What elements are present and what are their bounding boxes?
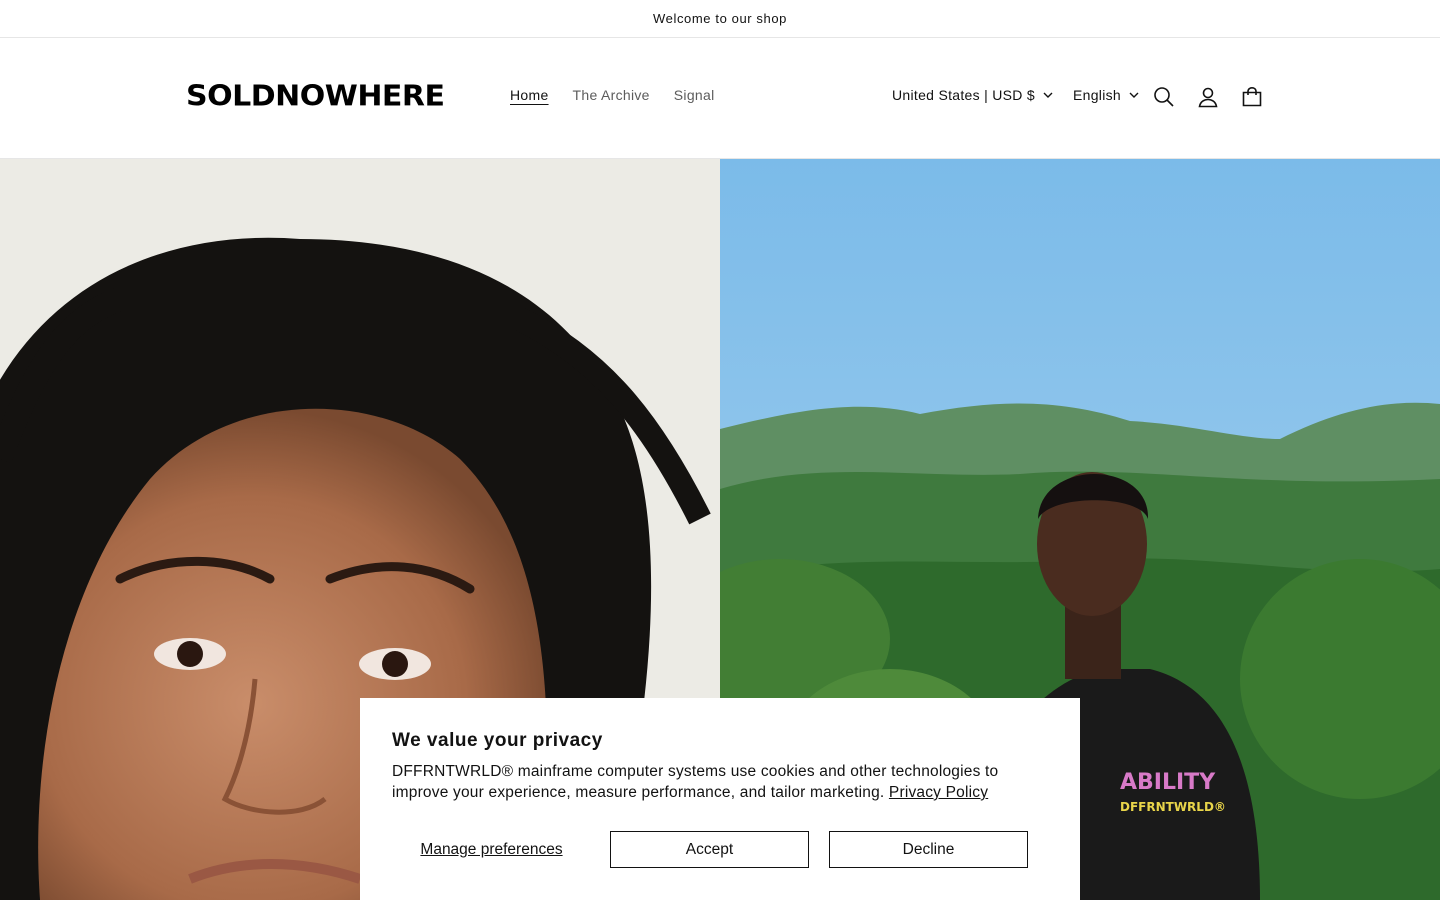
cookie-banner: We value your privacy DFFRNTWRLD® mainfr…: [360, 698, 1080, 900]
svg-text:DFFRNTWRLD®: DFFRNTWRLD®: [1120, 800, 1226, 814]
language-selector[interactable]: English: [1073, 87, 1139, 103]
search-icon: [1154, 87, 1174, 107]
search-button[interactable]: [1142, 75, 1186, 119]
country-selector-label: United States | USD $: [892, 87, 1035, 103]
cookie-banner-title: We value your privacy: [392, 730, 603, 751]
account-icon: [1198, 87, 1218, 108]
main-nav: Home The Archive Signal: [498, 87, 727, 103]
announcement-text: Welcome to our shop: [653, 11, 787, 26]
chevron-down-icon: [1043, 92, 1053, 98]
cart-icon: [1242, 86, 1262, 107]
announcement-bar: Welcome to our shop: [0, 0, 1440, 38]
localization: United States | USD $ English: [892, 87, 1159, 103]
chevron-down-icon: [1129, 92, 1139, 98]
cart-button[interactable]: [1230, 75, 1274, 119]
privacy-policy-link[interactable]: Privacy Policy: [889, 784, 988, 801]
accept-button[interactable]: Accept: [610, 831, 809, 868]
nav-the-archive[interactable]: The Archive: [561, 87, 662, 103]
nav-home[interactable]: Home: [498, 87, 561, 103]
header-icons: [1142, 75, 1274, 119]
account-button[interactable]: [1186, 75, 1230, 119]
decline-button[interactable]: Decline: [829, 831, 1028, 868]
cookie-banner-body: DFFRNTWRLD® mainframe computer systems u…: [392, 761, 1048, 803]
manage-preferences-button[interactable]: Manage preferences: [392, 831, 591, 868]
svg-text:ABILITY: ABILITY: [1120, 770, 1216, 795]
cookie-banner-actions: Manage preferences Accept Decline: [392, 831, 1048, 868]
language-selector-label: English: [1073, 87, 1122, 103]
site-logo[interactable]: SOLDNOWHERE: [186, 80, 445, 113]
nav-signal[interactable]: Signal: [662, 87, 727, 103]
country-selector[interactable]: United States | USD $: [892, 87, 1053, 103]
site-header: SOLDNOWHERE Home The Archive Signal Unit…: [0, 39, 1440, 159]
